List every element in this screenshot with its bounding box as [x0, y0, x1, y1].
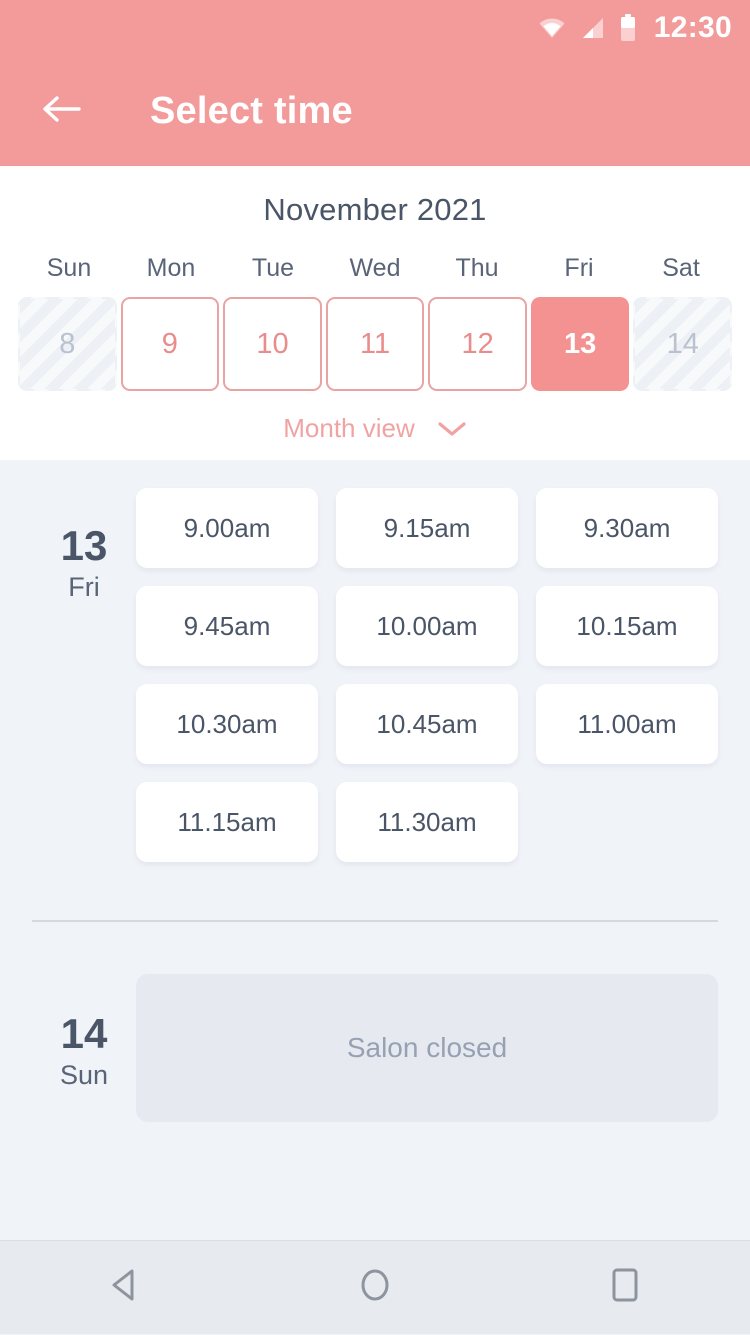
calendar-weekday-header: Sun Mon Tue Wed Thu Fri Sat: [0, 254, 750, 283]
time-slot[interactable]: 11.15am: [136, 782, 318, 862]
time-slot[interactable]: 9.45am: [136, 586, 318, 666]
status-bar: 12:30: [0, 0, 750, 56]
day-block-13: 13 Fri 9.00am 9.15am 9.30am 9.45am 10.00…: [0, 460, 750, 862]
day-number: 13: [60, 522, 108, 569]
time-slot[interactable]: 10.30am: [136, 684, 318, 764]
nav-home-button[interactable]: [315, 1241, 435, 1335]
day-of-week: Fri: [68, 572, 100, 603]
time-slots-area: 13 Fri 9.00am 9.15am 9.30am 9.45am 10.00…: [0, 460, 750, 1122]
cellular-signal-icon: [580, 16, 606, 40]
android-back-icon: [107, 1266, 143, 1309]
day-number: 14: [60, 1010, 108, 1057]
weekday-label: Fri: [564, 254, 594, 282]
app-bar: Select time: [0, 56, 750, 166]
date-cell[interactable]: 11: [325, 297, 425, 391]
nav-back-button[interactable]: [65, 1241, 185, 1335]
nav-recents-button[interactable]: [565, 1241, 685, 1335]
time-slot[interactable]: 10.45am: [336, 684, 518, 764]
time-slot[interactable]: 10.00am: [336, 586, 518, 666]
month-view-label: Month view: [283, 413, 415, 443]
wifi-icon: [538, 17, 566, 39]
time-slot[interactable]: 11.00am: [536, 684, 718, 764]
status-bar-clock: 12:30: [653, 11, 732, 44]
date-cell: 8: [18, 297, 117, 391]
back-button[interactable]: [34, 84, 88, 138]
android-recents-icon: [608, 1265, 642, 1310]
calendar-dates-row: 8 9 10 11 12 13 14: [0, 297, 750, 391]
weekday-label: Thu: [455, 254, 499, 282]
page-title: Select time: [150, 89, 353, 132]
slot-grid: 9.00am 9.15am 9.30am 9.45am 10.00am 10.1…: [136, 488, 718, 862]
weekday-label: Mon: [146, 254, 196, 282]
time-slot[interactable]: 9.00am: [136, 488, 318, 568]
day-of-week: Sun: [59, 1060, 109, 1091]
month-view-toggle[interactable]: Month view: [0, 413, 750, 444]
calendar-month-title: November 2021: [263, 192, 487, 227]
time-slot[interactable]: 9.15am: [336, 488, 518, 568]
date-cell[interactable]: 12: [428, 297, 527, 391]
weekday-label: Tue: [251, 254, 295, 282]
android-home-icon: [356, 1265, 394, 1310]
calendar-panel: November 2021 Sun Mon Tue Wed Thu Fri Sa…: [0, 166, 750, 460]
weekday-label: Sat: [662, 254, 700, 282]
arrow-left-icon: [41, 94, 81, 129]
date-cell-selected[interactable]: 13: [530, 297, 630, 391]
time-slot[interactable]: 10.15am: [536, 586, 718, 666]
day-label: 14 Sun: [32, 974, 136, 1122]
android-nav-bar: [0, 1240, 750, 1334]
date-cell[interactable]: 9: [120, 297, 220, 391]
day-block-14: 14 Sun Salon closed: [0, 922, 750, 1122]
day-label: 13 Fri: [32, 488, 136, 862]
weekday-label: Wed: [349, 254, 401, 282]
weekday-label: Sun: [46, 254, 92, 282]
salon-closed-card: Salon closed: [136, 974, 718, 1122]
battery-icon: [620, 14, 636, 42]
time-slot[interactable]: 11.30am: [336, 782, 518, 862]
chevron-down-icon: [437, 420, 467, 438]
date-cell[interactable]: 10: [223, 297, 322, 391]
time-slot[interactable]: 9.30am: [536, 488, 718, 568]
date-cell: 14: [633, 297, 733, 391]
